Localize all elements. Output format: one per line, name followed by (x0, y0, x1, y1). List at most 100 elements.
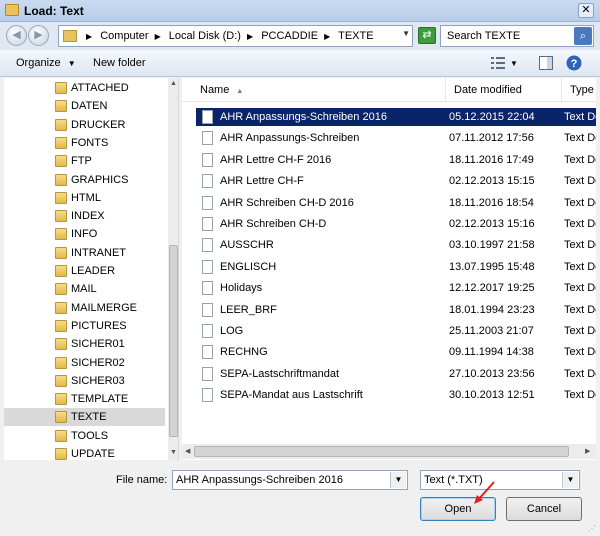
breadcrumb-pccaddie[interactable]: PCCADDIE (261, 30, 318, 42)
file-name-field[interactable]: AHR Anpassungs-Schreiben 2016 ▼ (172, 470, 408, 490)
preview-pane-icon[interactable] (538, 55, 554, 71)
sidebar-item-label: MAILMERGE (71, 301, 138, 314)
sidebar-item-leader[interactable]: LEADER (4, 262, 165, 280)
file-type-select[interactable]: Text (*.TXT) ▼ (420, 470, 580, 490)
column-header-name[interactable]: Name ▲ (192, 78, 446, 101)
search-icon[interactable]: ⌕ (574, 27, 592, 45)
new-folder-button[interactable]: New folder (93, 57, 146, 69)
file-name: SEPA-Lastschriftmandat (220, 367, 340, 380)
file-row[interactable]: LEER_BRF 18.01.1994 23:23 Text Do (196, 301, 596, 319)
file-name-value: AHR Anpassungs-Schreiben 2016 (176, 474, 343, 486)
file-row[interactable]: RECHNG 09.11.1994 14:38 Text Do (196, 343, 596, 361)
folder-icon (55, 173, 67, 186)
column-header-type[interactable]: Type (562, 78, 596, 101)
breadcrumb-computer[interactable]: Computer (100, 30, 148, 42)
chevron-right-icon[interactable]: ▶ (155, 32, 161, 41)
scroll-thumb[interactable] (194, 446, 569, 457)
file-icon (202, 174, 213, 189)
sidebar-item-ftp[interactable]: FTP (4, 152, 165, 170)
folder-icon (63, 30, 77, 42)
file-type: Text Do (564, 132, 596, 145)
file-row[interactable]: Holidays 12.12.2017 19:25 Text Do (196, 279, 596, 297)
scroll-up-icon[interactable]: ▲ (170, 80, 177, 87)
sort-ascending-icon: ▲ (236, 88, 244, 95)
file-row[interactable]: LOG 25.11.2003 21:07 Text Do (196, 322, 596, 340)
sidebar-item-mailmerge[interactable]: MAILMERGE (4, 299, 165, 317)
file-row[interactable]: AHR Lettre CH-F 02.12.2013 15:15 Text Do (196, 172, 596, 190)
sidebar-item-html[interactable]: HTML (4, 189, 165, 207)
file-row[interactable]: SEPA-Lastschriftmandat 27.10.2013 23:56 Te… (196, 365, 596, 383)
column-header-date[interactable]: Date modified (446, 78, 562, 101)
scroll-thumb[interactable] (169, 245, 178, 437)
sidebar-item-sicher01[interactable]: SICHER01 (4, 335, 165, 353)
organize-button[interactable]: Organize ▼ (16, 57, 76, 69)
sidebar-item-intranet[interactable]: INTRANET (4, 244, 165, 262)
sidebar-item-texte[interactable]: TEXTE (4, 408, 165, 427)
sidebar-item-index[interactable]: INDEX (4, 207, 165, 225)
file-row[interactable]: AHR Schreiben CH-D 02.12.2013 15:16 Text D… (196, 215, 596, 233)
scroll-left-icon[interactable]: ◀ (185, 447, 190, 455)
file-row[interactable]: AHR Lettre CH-F 2016 18.11.2016 17:49 Text… (196, 151, 596, 169)
search-placeholder: Search TEXTE (447, 30, 521, 42)
file-date: 18.11.2016 18:54 (449, 196, 534, 209)
sidebar-item-update[interactable]: UPDATE (4, 445, 165, 460)
sidebar-item-attached[interactable]: ATTACHED (4, 79, 165, 97)
file-type: Text Do (564, 153, 596, 166)
sidebar-item-template[interactable]: TEMPLATE (4, 390, 165, 408)
sidebar-item-sicher02[interactable]: SICHER02 (4, 354, 165, 372)
chevron-down-icon[interactable]: ▼ (390, 472, 406, 488)
breadcrumb-local-disk[interactable]: Local Disk (D:) (169, 30, 241, 42)
file-date: 02.12.2013 15:15 (449, 175, 535, 188)
cancel-button[interactable]: Cancel (506, 497, 582, 521)
sidebar-scrollbar[interactable]: ▲ ▼ (168, 78, 178, 460)
file-row[interactable]: SEPA-Mandat aus Lastschrift 30.10.2013 12… (196, 386, 596, 404)
folder-icon (55, 319, 67, 332)
chevron-down-icon[interactable]: ▼ (562, 472, 578, 488)
file-row[interactable]: ENGLISCH 13.07.1995 15:48 Text Do (196, 258, 596, 276)
sidebar-item-label: DATEN (71, 100, 108, 113)
sidebar-item-daten[interactable]: DATEN (4, 97, 165, 115)
search-input[interactable]: Search TEXTE ⌕ (440, 25, 594, 47)
file-type: Text Do (564, 218, 596, 230)
sidebar-item-label: INTRANET (71, 246, 126, 259)
chevron-down-icon[interactable]: ▼ (402, 29, 410, 38)
sidebar-item-sicher03[interactable]: SICHER03 (4, 372, 165, 390)
sidebar-item-label: PICTURES (71, 319, 127, 332)
view-options-icon[interactable] (490, 55, 506, 71)
file-type: Text Do (564, 175, 596, 188)
close-button[interactable]: ✕ (578, 3, 594, 18)
file-row[interactable]: AHR Schreiben CH-D 2016 18.11.2016 18:54 T… (196, 194, 596, 212)
scroll-down-icon[interactable]: ▼ (170, 449, 177, 456)
sidebar-item-info[interactable]: INFO (4, 225, 165, 243)
folder-icon (55, 82, 67, 94)
forward-button[interactable]: ▶ (28, 25, 49, 46)
file-date: 05.12.2015 22:04 (449, 111, 535, 123)
sidebar-item-drucker[interactable]: DRUCKER (4, 116, 165, 134)
folder-icon (55, 228, 67, 241)
file-date: 07.11.2012 17:56 (449, 132, 534, 145)
sidebar-item-graphics[interactable]: GRAPHICS (4, 171, 165, 189)
navigation-pane: ▲ ▼ ATTACHED DATEN DRUCKER FONTS FTP GRAPHICS… (4, 78, 179, 460)
chevron-down-icon[interactable]: ▼ (510, 59, 518, 68)
scroll-right-icon[interactable]: ▶ (585, 447, 590, 455)
horizontal-scrollbar[interactable]: ◀ ▶ (182, 444, 596, 459)
file-row[interactable]: AHR Anpassungs-Schreiben 07.11.2012 17:56… (196, 129, 596, 147)
chevron-right-icon[interactable]: ▶ (247, 32, 253, 41)
sidebar-item-pictures[interactable]: PICTURES (4, 317, 165, 335)
file-type: Text Do (564, 196, 596, 209)
help-icon[interactable]: ? (566, 55, 582, 71)
chevron-down-icon: ▼ (67, 59, 76, 68)
sidebar-item-fonts[interactable]: FONTS (4, 134, 165, 152)
address-bar[interactable]: ▶ Computer ▶ Local Disk (D:) ▶ PCCADDIE … (58, 25, 413, 47)
chevron-right-icon[interactable]: ▶ (86, 32, 92, 41)
resize-grip-icon[interactable]: ⋰ (588, 524, 598, 534)
sidebar-item-mail[interactable]: MAIL (4, 280, 165, 298)
breadcrumb-texte[interactable]: TEXTE (338, 30, 373, 42)
sidebar-item-tools[interactable]: TOOLS (4, 427, 165, 445)
refresh-button[interactable]: ⇄ (418, 27, 436, 44)
back-button[interactable]: ◀ (6, 25, 27, 46)
file-row[interactable]: AUSSCHR 03.10.1997 21:58 Text Do (196, 236, 596, 254)
file-row[interactable]: AHR Anpassungs-Schreiben 2016 05.12.2015 … (196, 108, 596, 126)
chevron-right-icon[interactable]: ▶ (324, 32, 330, 41)
organize-label: Organize (16, 57, 61, 69)
